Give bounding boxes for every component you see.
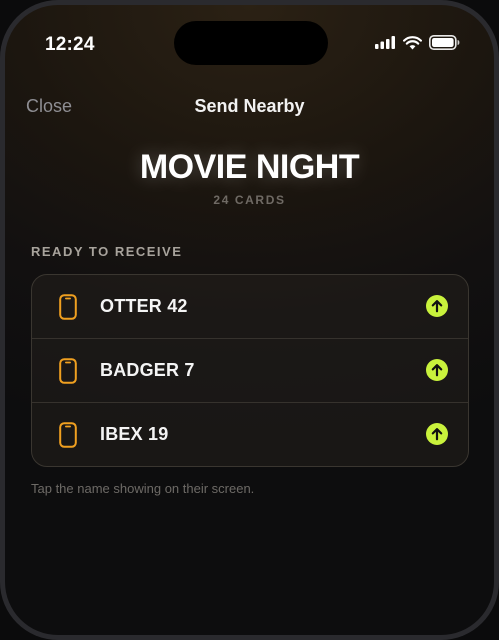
receiver-row-otter-42[interactable]: OTTER 42 [32, 275, 468, 338]
deck-title: MOVIE NIGHT [139, 148, 360, 186]
phone-frame: 12:24 Close Send Nearby MOVIE NIGHT 24 C… [0, 0, 499, 640]
send-arrow-icon[interactable] [426, 359, 448, 381]
send-arrow-icon[interactable] [426, 423, 448, 445]
battery-icon [429, 35, 460, 50]
receiver-list: OTTER 42 BADGER 7 IBEX 19 [31, 274, 469, 467]
phone-icon [59, 422, 77, 448]
deck-card-count: 24 CARDS [213, 193, 286, 207]
receiver-name: OTTER 42 [100, 296, 188, 316]
status-bar: 12:24 [5, 5, 494, 65]
nav-bar: Close Send Nearby [5, 91, 494, 121]
signal-icon [375, 36, 395, 49]
phone-icon [59, 358, 77, 384]
send-arrow-icon[interactable] [426, 295, 448, 317]
section-label: READY TO RECEIVE [31, 244, 183, 259]
receiver-row-ibex-19[interactable]: IBEX 19 [32, 402, 468, 466]
receiver-row-badger-7[interactable]: BADGER 7 [32, 338, 468, 402]
status-icons [375, 35, 460, 50]
wifi-icon [403, 35, 422, 49]
status-time: 12:24 [45, 34, 95, 55]
phone-icon [59, 294, 77, 320]
receiver-name: BADGER 7 [100, 360, 195, 380]
nav-title: Send Nearby [194, 96, 305, 116]
hint-text: Tap the name showing on their screen. [31, 481, 255, 496]
dynamic-island [174, 21, 328, 65]
receiver-name: IBEX 19 [100, 424, 169, 444]
screen: 12:24 Close Send Nearby MOVIE NIGHT 24 C… [5, 5, 494, 635]
